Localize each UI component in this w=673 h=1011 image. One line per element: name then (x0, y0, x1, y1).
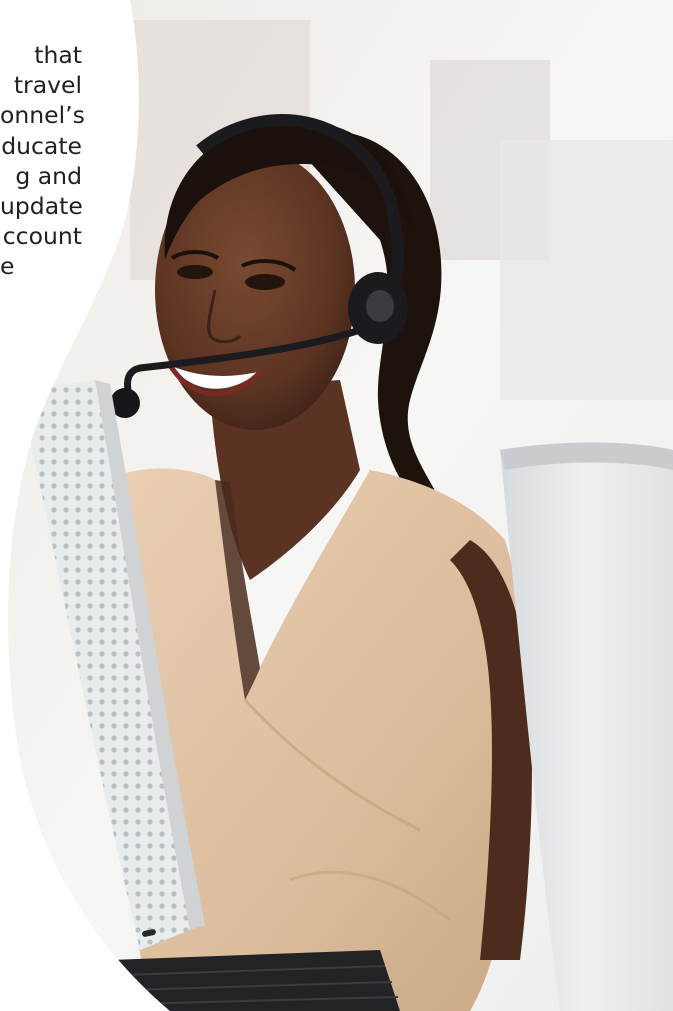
call-center-photo (8, 0, 673, 1011)
keyboard (110, 950, 400, 1011)
